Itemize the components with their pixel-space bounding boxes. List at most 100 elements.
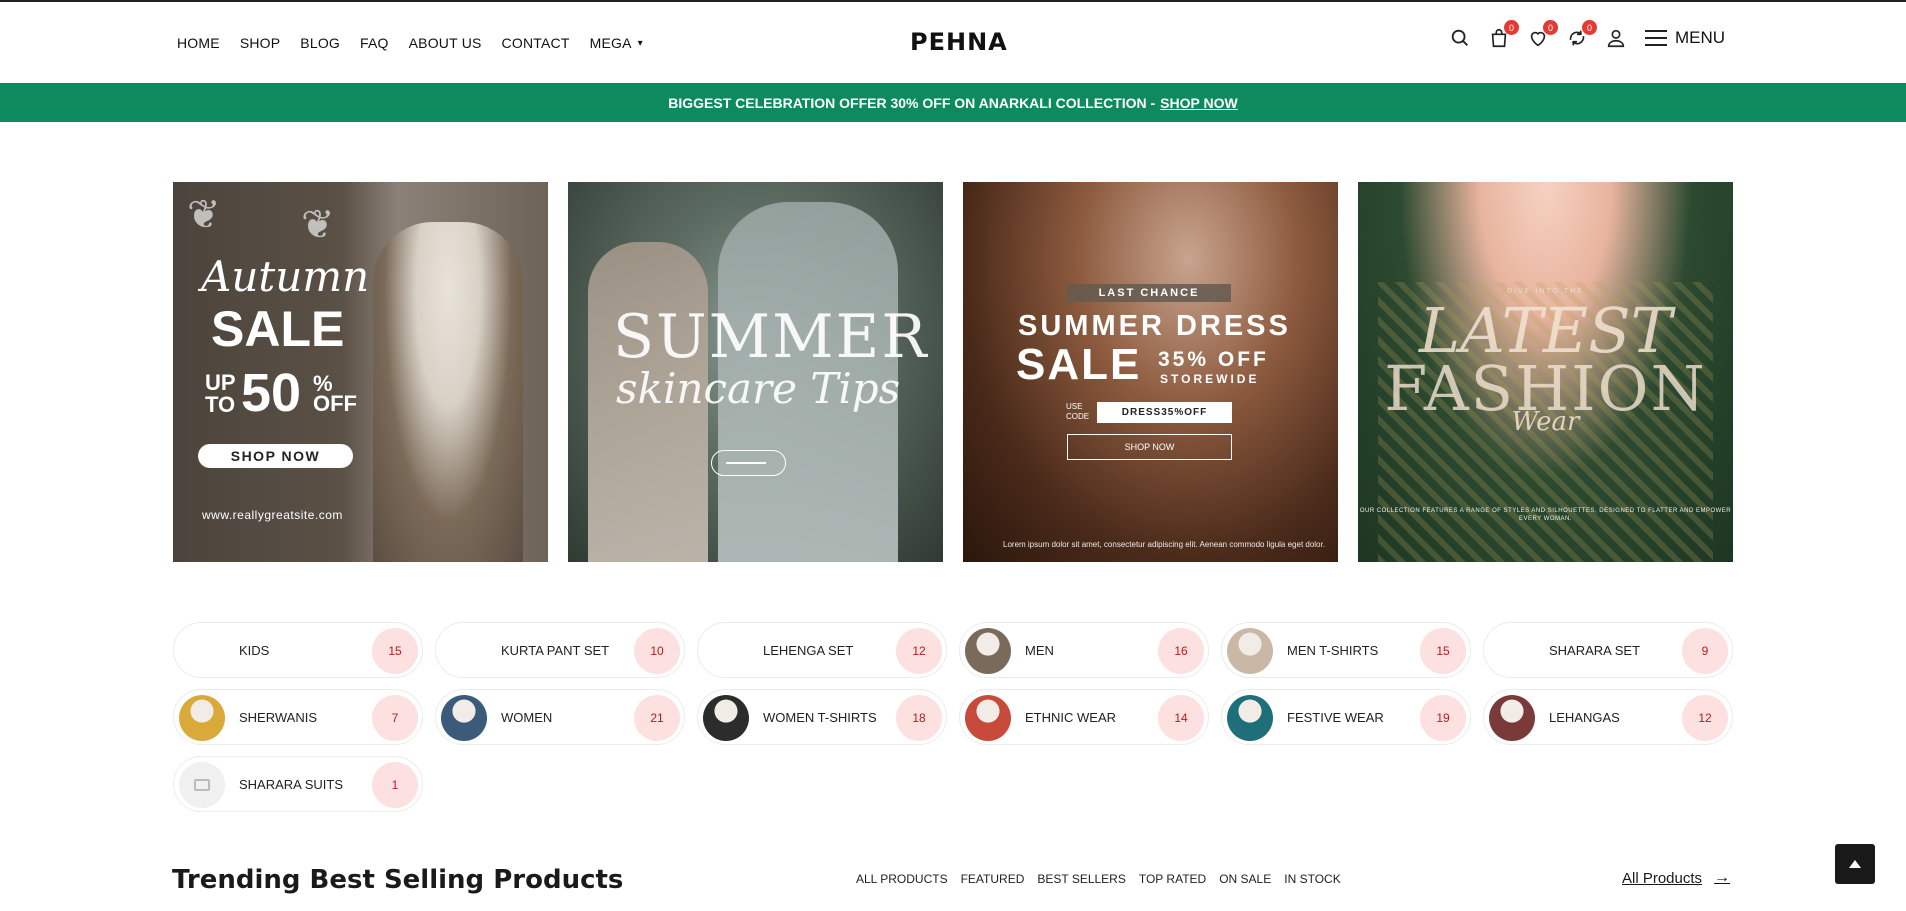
category-pill[interactable]: KIDS 15 (173, 622, 423, 678)
search-button[interactable] (1448, 26, 1472, 50)
tab-in-stock[interactable]: IN STOCK (1284, 872, 1340, 886)
nav-faq[interactable]: FAQ (360, 35, 389, 51)
chevron-down-icon: ▾ (637, 37, 643, 49)
maple-leaf-icon: ❦ (301, 203, 335, 247)
user-icon (1607, 29, 1625, 48)
banner-percent-text: 35% OFF (1158, 348, 1269, 371)
category-pill[interactable]: WOMEN 21 (435, 689, 685, 745)
banner-site-url: www.reallygreatsite.com (202, 508, 343, 522)
category-count-badge: 21 (634, 695, 680, 741)
main-nav: HOME SHOP BLOG FAQ ABOUT US CONTACT MEGA… (177, 35, 663, 51)
category-thumbnail (441, 695, 487, 741)
category-name: MEN (1025, 642, 1054, 658)
image-placeholder-icon (179, 762, 225, 808)
header-actions: 0 0 0 MENU (1448, 20, 1725, 50)
banner-percent-text: 50 (241, 363, 302, 423)
tab-on-sale[interactable]: ON SALE (1219, 872, 1271, 886)
category-name: MEN T-SHIRTS (1287, 642, 1379, 658)
category-name: KURTA PANT SET (501, 642, 610, 658)
nav-mega[interactable]: MEGA ▾ (590, 35, 643, 51)
banner-script-text: Wear (1511, 407, 1580, 437)
cart-count-badge: 0 (1504, 20, 1519, 35)
category-name: LEHANGAS (1549, 709, 1620, 725)
category-count-badge: 1 (372, 762, 418, 808)
account-button[interactable] (1604, 26, 1628, 50)
category-count-badge: 18 (896, 695, 942, 741)
nav-about-us[interactable]: ABOUT US (409, 35, 482, 51)
banner-row: ❦ ❦ Autumn SALE UP TO 50 % OFF SHOP NOW ww… (173, 182, 1733, 562)
banner-title: SUMMER (613, 302, 929, 372)
banner-latest-fashion[interactable]: DIVE INTO THE LATEST FASHION Wear OUR CO… (1358, 182, 1733, 562)
nav-shop[interactable]: SHOP (240, 35, 280, 51)
compare-count-badge: 0 (1582, 20, 1597, 35)
category-pill[interactable]: SHARARA SUITS 1 (173, 756, 423, 812)
category-name: WOMEN T-SHIRTS (763, 709, 877, 725)
banner-shop-now-button[interactable]: SHOP NOW (1067, 434, 1232, 460)
banner-fine-print: Lorem ipsum dolor sit amet, consectetur … (1003, 540, 1325, 549)
category-thumbnail (179, 762, 225, 808)
category-name: SHERWANIS (239, 709, 318, 725)
banner-sale-text: SALE (1016, 340, 1142, 389)
category-name: WOMEN (501, 709, 553, 725)
category-pill[interactable]: LEHANGAS 12 (1483, 689, 1733, 745)
banner-script-text: Autumn (201, 252, 370, 301)
category-pill[interactable]: WOMEN T-SHIRTS 18 (697, 689, 947, 745)
site-logo[interactable]: PEHNA (910, 28, 1008, 56)
promo-text: BIGGEST CELEBRATION OFFER 30% OFF ON ANA… (668, 94, 1156, 111)
banner-fine-print: OUR COLLECTION FEATURES A RANGE OF STYLE… (1359, 508, 1732, 522)
promo-shop-now-link[interactable]: SHOP NOW (1160, 95, 1238, 111)
arrow-right-icon[interactable] (711, 450, 786, 476)
category-pill[interactable]: LEHENGA SET 12 (697, 622, 947, 678)
banner-summer-dress-sale[interactable]: LAST CHANCE SUMMER DRESS SALE 35% OFF ST… (963, 182, 1338, 562)
category-name: KIDS (239, 642, 270, 658)
category-thumbnail (1227, 628, 1273, 674)
banner-off-text: % OFF (313, 371, 357, 416)
banner-summer-tips[interactable]: SUMMER skincare Tips (568, 182, 943, 562)
category-pill[interactable]: SHERWANIS 7 (173, 689, 423, 745)
category-name: LEHENGA SET (763, 642, 854, 658)
banner-sale-text: SALE (211, 301, 345, 357)
compare-button[interactable]: 0 (1565, 20, 1597, 50)
category-thumbnail (1489, 695, 1535, 741)
category-thumbnail (965, 628, 1011, 674)
site-header: HOME SHOP BLOG FAQ ABOUT US CONTACT MEGA… (0, 2, 1906, 83)
category-count-badge: 7 (372, 695, 418, 741)
category-pill[interactable]: KURTA PANT SET 10 (435, 622, 685, 678)
category-pill[interactable]: MEN 16 (959, 622, 1209, 678)
tab-best-sellers[interactable]: BEST SELLERS (1037, 872, 1126, 886)
banner-autumn-sale[interactable]: ❦ ❦ Autumn SALE UP TO 50 % OFF SHOP NOW ww… (173, 182, 548, 562)
category-pill[interactable]: MEN T-SHIRTS 15 (1221, 622, 1471, 678)
menu-button[interactable]: MENU (1645, 28, 1725, 48)
scroll-to-top-button[interactable] (1835, 844, 1875, 884)
category-pill[interactable]: FESTIVE WEAR 19 (1221, 689, 1471, 745)
wishlist-count-badge: 0 (1543, 20, 1558, 35)
maple-leaf-icon: ❦ (187, 193, 221, 237)
all-products-label: All Products (1622, 869, 1703, 887)
menu-label: MENU (1675, 28, 1726, 47)
promo-bar: BIGGEST CELEBRATION OFFER 30% OFF ON ANA… (0, 83, 1906, 122)
arrow-right-icon: → (1714, 869, 1731, 886)
cart-button[interactable]: 0 (1487, 20, 1519, 50)
category-thumbnail (1227, 695, 1273, 741)
wishlist-button[interactable]: 0 (1526, 20, 1558, 50)
category-count-badge: 9 (1682, 628, 1728, 674)
tab-all-products[interactable]: ALL PRODUCTS (856, 872, 948, 886)
nav-mega-label: MEGA (589, 35, 632, 51)
category-grid: KIDS 15 KURTA PANT SET 10 LEHENGA SET 12 MEN 16… (173, 622, 1735, 812)
category-pill[interactable]: ETHNIC WEAR 14 (959, 689, 1209, 745)
category-count-badge: 15 (372, 628, 418, 674)
nav-home[interactable]: HOME (177, 35, 220, 51)
category-thumbnail (703, 695, 749, 741)
category-count-badge: 12 (896, 628, 942, 674)
nav-blog[interactable]: BLOG (300, 35, 340, 51)
nav-contact[interactable]: CONTACT (502, 35, 570, 51)
category-count-badge: 12 (1682, 695, 1728, 741)
tab-top-rated[interactable]: TOP RATED (1139, 872, 1206, 886)
banner-shop-now-button[interactable]: SHOP NOW (198, 444, 353, 468)
category-count-badge: 16 (1158, 628, 1204, 674)
tab-featured[interactable]: FEATURED (961, 872, 1025, 886)
all-products-link[interactable]: All Products → (1622, 869, 1730, 887)
category-thumbnail (965, 695, 1011, 741)
category-pill[interactable]: SHARARA SET 9 (1483, 622, 1733, 678)
banner-use-code-label: USE CODE (1066, 402, 1090, 421)
